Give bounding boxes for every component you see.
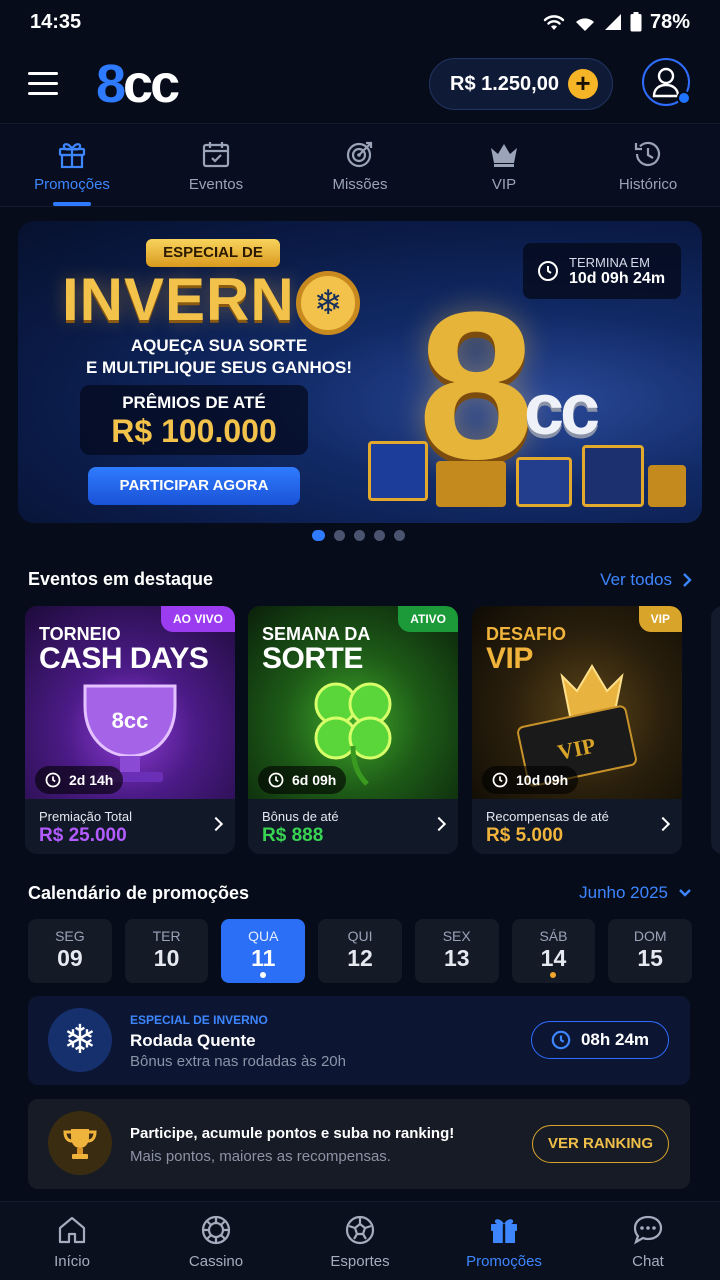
trophy-icon bbox=[48, 1111, 112, 1175]
app-logo[interactable]: 8cc bbox=[96, 57, 180, 111]
add-funds-button[interactable]: + bbox=[568, 69, 598, 99]
svg-text:8cc: 8cc bbox=[112, 708, 149, 733]
chip-icon bbox=[201, 1215, 231, 1244]
chevron-right-icon bbox=[683, 573, 692, 587]
ball-icon bbox=[345, 1215, 375, 1244]
user-icon bbox=[652, 67, 680, 98]
prize-box: PRÊMIOS DE ATÉ R$ 100.000 bbox=[80, 385, 308, 455]
gift-icon bbox=[58, 143, 86, 169]
status-icons: 78% bbox=[542, 11, 690, 34]
event-card-cash-days[interactable]: 8cc AO VIVO TORNEIO CASH DAYS 2d 14h Pre… bbox=[25, 606, 235, 854]
featured-title: Eventos em destaque bbox=[28, 569, 214, 589]
event-dot bbox=[550, 972, 557, 978]
menu-button[interactable] bbox=[28, 64, 68, 104]
event-timer: 6d 09h bbox=[258, 766, 347, 794]
day-qui[interactable]: QUI 12 bbox=[318, 919, 402, 983]
signal-icon bbox=[575, 18, 594, 31]
event-timer: 2d 14h bbox=[35, 766, 124, 794]
cellular-icon bbox=[604, 14, 621, 30]
calendar-title: Calendário de promoções bbox=[28, 883, 250, 903]
battery-icon bbox=[630, 12, 642, 32]
bottom-nav: Início Cassino Esportes Promoções Chat bbox=[0, 1201, 720, 1280]
day-dom[interactable]: DOM 15 bbox=[608, 919, 693, 983]
status-bar: 14:35 78% bbox=[0, 0, 720, 44]
profile-button[interactable] bbox=[642, 58, 691, 106]
nav-chat[interactable]: Chat bbox=[576, 1202, 720, 1280]
carousel-dot[interactable] bbox=[312, 530, 325, 541]
promo-tabs: Promoções Eventos Missões VIP Histórico bbox=[0, 125, 720, 207]
balance-value: R$ 1.250,00 bbox=[450, 72, 559, 95]
gift-pile-image bbox=[358, 431, 688, 511]
clock-icon bbox=[538, 261, 558, 281]
ranking-card: Participe, acumule pontos e suba no rank… bbox=[28, 1099, 690, 1189]
carousel-dot[interactable] bbox=[334, 530, 345, 541]
day-ter[interactable]: TER 10 bbox=[124, 919, 209, 983]
status-time: 14:35 bbox=[30, 10, 82, 33]
battery-percent: 78% bbox=[649, 10, 690, 33]
event-card-peek[interactable] bbox=[711, 606, 720, 854]
target-icon bbox=[346, 141, 373, 168]
clock-icon bbox=[45, 772, 61, 788]
menu-icon bbox=[28, 72, 58, 75]
day-qua[interactable]: QUA 11 bbox=[221, 919, 306, 983]
balance-pill[interactable]: R$ 1.250,00 + bbox=[429, 58, 613, 110]
clock-icon bbox=[492, 772, 508, 788]
notification-dot bbox=[677, 91, 691, 105]
event-timer: 10d 09h bbox=[482, 766, 579, 794]
chevron-down-icon bbox=[679, 889, 691, 897]
home-icon bbox=[58, 1216, 86, 1243]
banner-timer: TERMINA EM 10d 09h 24m bbox=[523, 243, 681, 299]
tab-promocoes[interactable]: Promoções bbox=[0, 125, 144, 206]
calendar-days: SEG 09 TER 10 QUA 11 QUI 12 SEX 13 SÁB 14 DOM 1… bbox=[28, 919, 693, 983]
snowflake-icon: ❄ bbox=[296, 271, 360, 335]
promo-banner[interactable]: 8 cc ESPECIAL DE INVERN ❄ AQUEÇA SUA SOR… bbox=[18, 221, 702, 523]
day-seg[interactable]: SEG 09 bbox=[28, 919, 112, 983]
featured-events: 8cc AO VIVO TORNEIO CASH DAYS 2d 14h Pre… bbox=[25, 606, 720, 856]
app-header: 8cc R$ 1.250,00 + bbox=[0, 44, 720, 124]
day-sab[interactable]: SÁB 14 bbox=[511, 919, 596, 983]
banner-title: INVERN bbox=[62, 266, 295, 333]
participate-button[interactable]: PARTICIPAR AGORA bbox=[88, 467, 300, 505]
see-all-link[interactable]: Ver todos bbox=[600, 570, 692, 590]
wifi-icon bbox=[543, 15, 565, 30]
gift-icon bbox=[491, 1218, 517, 1243]
carousel-dot[interactable] bbox=[354, 530, 365, 541]
status-badge: AO VIVO bbox=[160, 606, 235, 632]
nav-promocoes[interactable]: Promoções bbox=[432, 1202, 576, 1280]
tab-missoes[interactable]: Missões bbox=[288, 125, 432, 206]
tab-eventos[interactable]: Eventos bbox=[144, 125, 288, 206]
tab-vip[interactable]: VIP bbox=[432, 125, 576, 206]
event-dot bbox=[260, 972, 267, 978]
clock-icon bbox=[551, 1030, 571, 1050]
nav-esportes[interactable]: Esportes bbox=[288, 1202, 432, 1280]
event-card-semana-sorte[interactable]: ATIVO SEMANA DA SORTE 6d 09h Bônus de at… bbox=[248, 606, 458, 854]
status-badge: ATIVO bbox=[398, 606, 458, 632]
promo-card-rodada-quente[interactable]: ❄ ESPECIAL DE INVERNO Rodada Quente Bônu… bbox=[28, 996, 690, 1085]
chat-icon bbox=[633, 1215, 663, 1244]
nav-inicio[interactable]: Início bbox=[0, 1202, 144, 1280]
nav-cassino[interactable]: Cassino bbox=[144, 1202, 288, 1280]
banner-badge: ESPECIAL DE bbox=[146, 239, 280, 267]
snowflake-icon: ❄ bbox=[48, 1008, 112, 1072]
carousel-dot[interactable] bbox=[394, 530, 405, 541]
clock-icon bbox=[268, 772, 284, 788]
carousel-dot[interactable] bbox=[374, 530, 385, 541]
event-card-desafio-vip[interactable]: VIP VIP DESAFIO VIP 10d 09h Recompensas … bbox=[472, 606, 682, 854]
crown-icon bbox=[491, 144, 517, 167]
carousel-dots bbox=[312, 530, 405, 541]
day-sex[interactable]: SEX 13 bbox=[414, 919, 499, 983]
history-icon bbox=[634, 141, 661, 167]
promo-timer: 08h 24m bbox=[531, 1021, 669, 1059]
status-badge: VIP bbox=[638, 606, 682, 632]
tab-historico[interactable]: Histórico bbox=[576, 125, 720, 206]
calendar-icon bbox=[202, 142, 230, 168]
banner-subtitle: AQUEÇA SUA SORTE E MULTIPLIQUE SEUS GANH… bbox=[85, 336, 353, 377]
month-selector[interactable]: Junho 2025 bbox=[579, 883, 692, 903]
view-ranking-button[interactable]: VER RANKING bbox=[532, 1125, 669, 1163]
